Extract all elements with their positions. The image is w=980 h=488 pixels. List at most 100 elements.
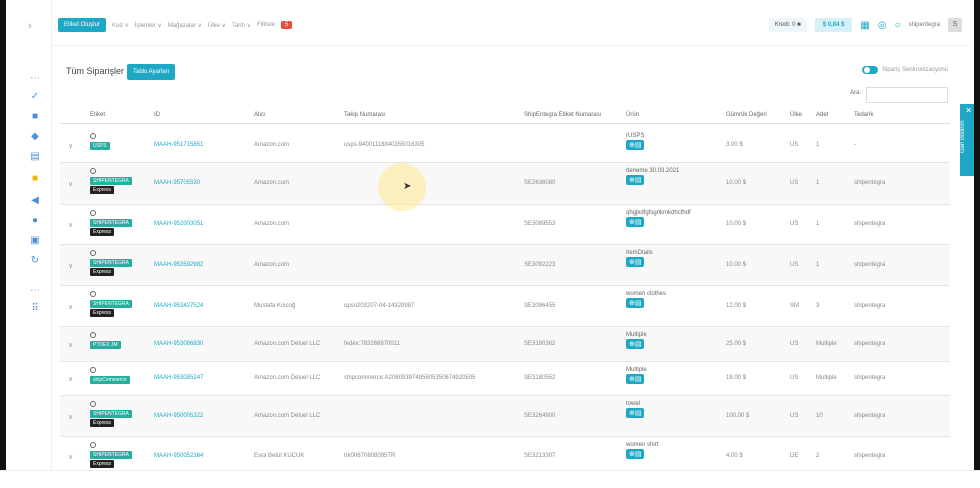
- order-id-link[interactable]: MAAH-952003051: [154, 221, 203, 227]
- balance-display[interactable]: $ 0,84 $: [814, 18, 853, 32]
- customs-value[interactable]: 10.00 $: [726, 262, 746, 268]
- check-icon[interactable]: ✓: [28, 90, 42, 104]
- table-row[interactable]: ∨ SHIPENTEGRA Express MAAH-952003051 Amazon.…: [60, 205, 950, 245]
- documents-icon[interactable]: ▤: [28, 150, 42, 164]
- apps-icon[interactable]: ⠿: [28, 302, 42, 316]
- customs-value[interactable]: 18.00 $: [726, 375, 746, 381]
- order-id-link[interactable]: MAAH-950052164: [154, 453, 203, 459]
- row-radio[interactable]: [90, 168, 96, 174]
- table-settings-button[interactable]: Tablo Ayarları: [127, 64, 176, 80]
- order-id-link[interactable]: MAAH-953427524: [154, 303, 203, 309]
- more-icon-2[interactable]: ⋯: [28, 284, 42, 298]
- sync-toggle[interactable]: [861, 66, 878, 74]
- order-id-link[interactable]: MAAH-95705530: [154, 180, 200, 186]
- row-radio[interactable]: [90, 291, 96, 297]
- avatar[interactable]: S: [948, 18, 962, 32]
- col-item[interactable]: Ürün: [626, 112, 639, 118]
- supplier[interactable]: shipentegra: [854, 303, 885, 309]
- row-radio[interactable]: [90, 133, 96, 139]
- col-value[interactable]: Gümrük Değeri: [726, 112, 767, 118]
- sidebar-toggle-icon[interactable]: ›: [28, 20, 32, 32]
- search-input[interactable]: [866, 87, 948, 103]
- table-row[interactable]: ∨ SHIPENTEGRA Express MAAH-950005322 Amazon.…: [60, 396, 950, 437]
- customs-value[interactable]: 10.00 $: [726, 180, 746, 186]
- item-edit-icon[interactable]: ⊕▤: [626, 374, 645, 384]
- row-radio[interactable]: [90, 250, 96, 256]
- arrow-icon[interactable]: ◀: [28, 194, 42, 208]
- more-icon[interactable]: ⋯: [28, 72, 42, 86]
- help-icon[interactable]: ○: [895, 20, 901, 31]
- expand-chevron-icon[interactable]: ∨: [68, 221, 73, 229]
- expand-chevron-icon[interactable]: ∨: [68, 180, 73, 188]
- supplier[interactable]: shipentegra: [854, 375, 885, 381]
- supplier[interactable]: shipentegra: [854, 262, 885, 268]
- item-edit-icon[interactable]: ⊕▤: [626, 175, 645, 185]
- row-radio[interactable]: [90, 442, 96, 448]
- supplier[interactable]: shipentegra: [854, 341, 885, 347]
- item-edit-icon[interactable]: ⊕▤: [626, 449, 645, 459]
- expand-chevron-icon[interactable]: ∨: [68, 341, 73, 349]
- table-row[interactable]: ∨ PTDEX JM MAAH-953086830 Amazon.com Deluel…: [60, 327, 950, 362]
- item-edit-icon[interactable]: ⊕▤: [626, 339, 645, 349]
- close-icon[interactable]: ✕: [965, 106, 972, 115]
- expand-chevron-icon[interactable]: ∨: [68, 262, 73, 270]
- order-id-link[interactable]: MAAH-951715851: [154, 142, 203, 148]
- expand-chevron-icon[interactable]: ∨: [68, 375, 73, 383]
- row-radio[interactable]: [90, 367, 96, 373]
- expand-chevron-icon[interactable]: ∨: [68, 142, 73, 150]
- supplier[interactable]: shipentegra: [854, 221, 885, 227]
- supplier[interactable]: shipentegra: [854, 180, 885, 186]
- item-edit-icon[interactable]: ⊕▤: [626, 298, 645, 308]
- col-se-label[interactable]: ShipEntegra Etiket Numarası: [524, 112, 601, 118]
- col-id[interactable]: ID: [154, 112, 160, 118]
- refresh-icon[interactable]: ↻: [28, 254, 42, 268]
- orders-icon[interactable]: ■: [28, 110, 42, 124]
- folder-icon[interactable]: ■: [28, 172, 42, 186]
- customs-value[interactable]: 12.00 $: [726, 303, 746, 309]
- customs-value[interactable]: 3.00 $: [726, 142, 743, 148]
- supplier[interactable]: shipentegra: [854, 413, 885, 419]
- order-id-link[interactable]: MAAH-953592982: [154, 262, 203, 268]
- table-row[interactable]: ∨ SHIPENTEGRA Express MAAH-953592982 Amazon.…: [60, 245, 950, 286]
- row-radio[interactable]: [90, 210, 96, 216]
- stats-icon[interactable]: ◆: [28, 130, 42, 144]
- row-radio[interactable]: [90, 332, 96, 338]
- filter-more[interactable]: Filtrele: [257, 22, 275, 28]
- expand-chevron-icon[interactable]: ∨: [68, 303, 73, 311]
- supplier[interactable]: shipentegra: [854, 453, 885, 459]
- item-edit-icon[interactable]: ⊕▤: [626, 140, 645, 150]
- item-edit-icon[interactable]: ⊕▤: [626, 257, 645, 267]
- customs-value[interactable]: 4.00 $: [726, 453, 743, 459]
- filter-code[interactable]: Kod ∨: [112, 22, 129, 29]
- col-supplier[interactable]: Tedarik: [854, 112, 873, 118]
- table-row[interactable]: ∨ SHIPENTEGRA Express MAAH-95705530 Amazon.c…: [60, 163, 950, 205]
- order-id-link[interactable]: MAAH-950005322: [154, 413, 203, 419]
- order-id-link[interactable]: MAAH-953085247: [154, 375, 203, 381]
- customs-value[interactable]: 10.00 $: [726, 221, 746, 227]
- col-buyer[interactable]: Alıcı: [254, 112, 266, 118]
- calculator-icon[interactable]: ▦: [860, 20, 869, 31]
- expand-chevron-icon[interactable]: ∨: [68, 453, 73, 461]
- settings-icon[interactable]: ▣: [28, 234, 42, 248]
- filter-date[interactable]: Tarih ∨: [232, 22, 251, 29]
- headset-icon[interactable]: ◎: [878, 20, 887, 31]
- expand-chevron-icon[interactable]: ∨: [68, 413, 73, 421]
- table-row[interactable]: ∨ shipCommerce MAAH-953085247 Amazon.com De…: [60, 362, 950, 396]
- order-id-link[interactable]: MAAH-953086830: [154, 341, 203, 347]
- filter-actions[interactable]: İşlemler ∨: [135, 22, 162, 29]
- item-edit-icon[interactable]: ⊕▤: [626, 408, 645, 418]
- col-country[interactable]: Ülke: [790, 112, 802, 118]
- bottom-scrollbar[interactable]: [0, 470, 980, 488]
- col-qty[interactable]: Adet: [816, 112, 828, 118]
- col-tracking[interactable]: Takip Numarası: [344, 112, 386, 118]
- customs-value[interactable]: 100.00 $: [726, 413, 749, 419]
- username[interactable]: shipentegra: [909, 22, 940, 28]
- table-row[interactable]: ∨ USPS MAAH-951715851 Amazon.com usps-940011…: [60, 128, 950, 163]
- col-label[interactable]: Etiket: [90, 112, 105, 118]
- table-row[interactable]: ∨ SHIPENTEGRA Express MAAH-953427524 Mustafa…: [60, 286, 950, 327]
- row-radio[interactable]: [90, 401, 96, 407]
- globe-icon[interactable]: ●: [28, 214, 42, 228]
- filter-country[interactable]: Ülke ∨: [208, 22, 226, 29]
- create-label-button[interactable]: Etiket Oluştur: [58, 18, 107, 32]
- item-edit-icon[interactable]: ⊕▤: [626, 217, 645, 227]
